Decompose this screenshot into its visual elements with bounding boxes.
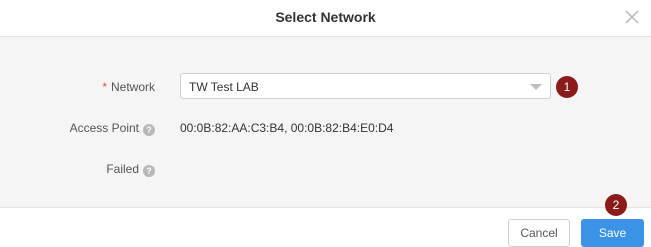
- footer-divider: [0, 207, 651, 208]
- close-icon: [625, 10, 639, 24]
- failed-label: Failed?: [106, 162, 155, 177]
- help-icon[interactable]: ?: [143, 165, 155, 177]
- save-button[interactable]: Save: [581, 219, 644, 247]
- chevron-down-icon: [530, 84, 542, 90]
- required-mark: *: [102, 80, 107, 94]
- dialog-header: Select Network: [0, 0, 651, 37]
- network-label: * Network: [102, 80, 155, 94]
- access-point-value: 00:0B:82:AA:C3:B4, 00:0B:82:B4:E0:D4: [180, 121, 394, 135]
- annotation-marker-2: 2: [605, 194, 627, 216]
- access-point-label-text: Access Point: [69, 121, 139, 135]
- annotation-marker-1: 1: [556, 76, 578, 98]
- network-select[interactable]: TW Test LAB: [180, 73, 551, 99]
- dialog-body: * Network TW Test LAB Access Point? 00:0B…: [0, 37, 651, 207]
- failed-label-text: Failed: [106, 162, 139, 176]
- cancel-button[interactable]: Cancel: [508, 219, 570, 247]
- select-network-dialog: Select Network * Network TW Test LAB Acce…: [0, 0, 651, 247]
- access-point-label: Access Point?: [70, 121, 155, 136]
- network-label-text: Network: [110, 80, 155, 94]
- close-button[interactable]: [621, 6, 643, 28]
- network-select-value: TW Test LAB: [189, 80, 259, 94]
- help-icon[interactable]: ?: [143, 124, 155, 136]
- dialog-title: Select Network: [275, 9, 376, 25]
